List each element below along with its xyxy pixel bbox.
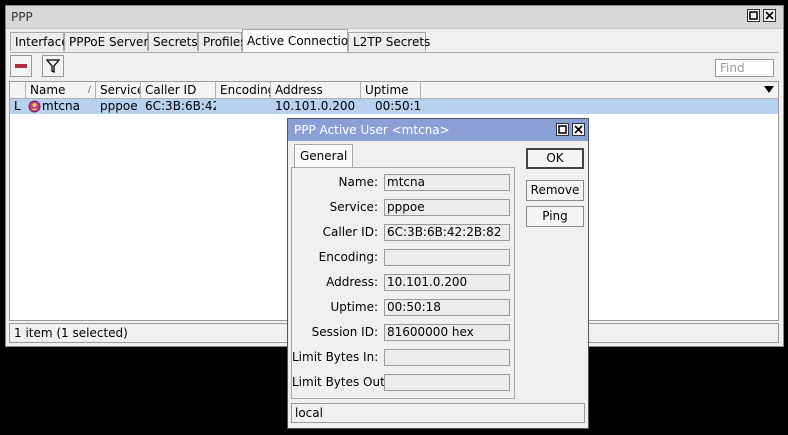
row-caller-id: 6C:3B:6B:42... bbox=[145, 99, 216, 113]
user-icon bbox=[28, 100, 41, 113]
window-title: PPP bbox=[11, 10, 33, 24]
tab-pppoe-servers[interactable]: PPPoE Servers bbox=[64, 32, 155, 51]
close-icon[interactable] bbox=[763, 9, 776, 22]
remove-button[interactable] bbox=[10, 55, 32, 77]
tab-general[interactable]: General bbox=[294, 144, 354, 167]
dialog-status-bar: local bbox=[291, 403, 585, 423]
column-header-flag bbox=[10, 82, 26, 99]
column-header-uptime[interactable]: Uptime bbox=[361, 82, 421, 99]
ping-button[interactable]: Ping bbox=[526, 206, 584, 227]
uptime-field[interactable]: 00:50:18 bbox=[384, 299, 510, 316]
limit-bytes-out-field[interactable] bbox=[384, 374, 510, 391]
sort-indicator-icon: / bbox=[87, 85, 91, 95]
tab-l2tp-secrets[interactable]: L2TP Secrets bbox=[348, 32, 430, 51]
caller-id-label: Caller ID: bbox=[322, 225, 378, 239]
minus-icon bbox=[15, 64, 27, 68]
row-flag: L bbox=[14, 99, 21, 113]
filter-icon bbox=[45, 59, 61, 74]
tab-active-connections[interactable]: Active Connections bbox=[242, 29, 362, 52]
encoding-label: Encoding: bbox=[318, 250, 378, 264]
column-header-service[interactable]: Service bbox=[96, 82, 141, 99]
dialog-remove-button[interactable]: Remove bbox=[526, 180, 584, 201]
tab-interface[interactable]: Interface bbox=[10, 32, 69, 51]
name-field[interactable]: mtcna bbox=[384, 174, 510, 191]
encoding-field[interactable] bbox=[384, 249, 510, 266]
address-field[interactable]: 10.101.0.200 bbox=[384, 274, 510, 291]
active-user-dialog: PPP Active User <mtcna> General Name: mt… bbox=[287, 118, 589, 429]
find-input[interactable]: Find bbox=[715, 59, 774, 77]
row-name-cell: mtcna bbox=[26, 99, 96, 114]
row-uptime: 00:50:18 bbox=[375, 99, 421, 113]
dialog-maximize-icon[interactable] bbox=[556, 123, 569, 136]
limit-bytes-out-label: Limit Bytes Out: bbox=[292, 375, 389, 389]
tab-divider bbox=[10, 52, 779, 53]
tab-secrets[interactable]: Secrets bbox=[148, 32, 198, 51]
window-titlebar[interactable]: PPP bbox=[6, 6, 783, 29]
column-menu-icon bbox=[764, 86, 774, 93]
general-panel: Name: mtcna Service: pppoe Caller ID: 6C… bbox=[291, 167, 515, 399]
column-header-caller-id[interactable]: Caller ID bbox=[141, 82, 216, 99]
uptime-label: Uptime: bbox=[330, 300, 378, 314]
service-label: Service: bbox=[329, 200, 378, 214]
tab-profiles[interactable]: Profiles bbox=[198, 32, 247, 51]
row-address: 10.101.0.200 bbox=[275, 99, 356, 113]
dialog-close-icon[interactable] bbox=[572, 123, 585, 136]
row-service: pppoe bbox=[100, 99, 138, 113]
column-header-name[interactable]: Name / bbox=[26, 82, 96, 99]
service-field[interactable]: pppoe bbox=[384, 199, 510, 216]
address-label: Address: bbox=[326, 275, 378, 289]
column-header-address[interactable]: Address bbox=[271, 82, 361, 99]
row-name: mtcna bbox=[42, 99, 80, 113]
session-id-label: Session ID: bbox=[311, 325, 378, 339]
column-header-filler bbox=[421, 82, 778, 99]
filter-button[interactable] bbox=[42, 55, 64, 77]
table-row[interactable]: L mtcna pppoe 6C:3B:6B:42... 10.101.0.20… bbox=[10, 99, 778, 114]
dialog-titlebar[interactable]: PPP Active User <mtcna> bbox=[288, 119, 588, 141]
row-encoding bbox=[216, 99, 271, 114]
dialog-title: PPP Active User <mtcna> bbox=[294, 123, 450, 137]
maximize-icon[interactable] bbox=[747, 9, 760, 22]
limit-bytes-in-field[interactable] bbox=[384, 349, 510, 366]
ok-button[interactable]: OK bbox=[526, 148, 584, 169]
limit-bytes-in-label: Limit Bytes In: bbox=[292, 350, 379, 364]
session-id-field[interactable]: 81600000 hex bbox=[384, 324, 510, 341]
name-label: Name: bbox=[338, 175, 378, 189]
caller-id-field[interactable]: 6C:3B:6B:42:2B:82 bbox=[384, 224, 510, 241]
column-header-encoding[interactable]: Encoding bbox=[216, 82, 271, 99]
